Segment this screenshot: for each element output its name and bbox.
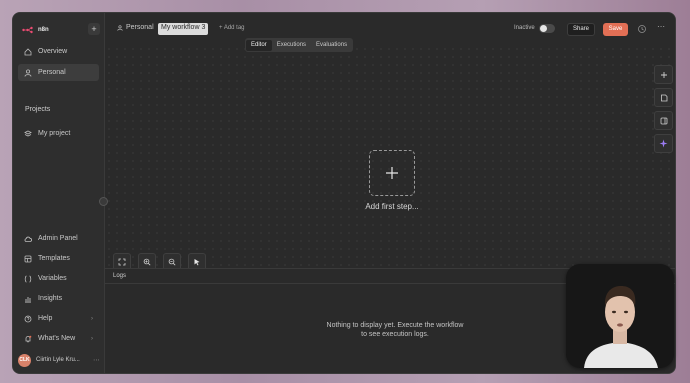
sidebar-item-admin-panel[interactable]: Admin Panel — [18, 230, 99, 247]
history-icon[interactable] — [637, 24, 647, 34]
sticky-note-button[interactable] — [654, 88, 673, 107]
user-menu[interactable]: CLK Ciirtin Lyle Kru... ⋯ — [18, 353, 100, 367]
cursor-icon — [194, 259, 200, 266]
webcam-overlay — [566, 264, 674, 368]
user-name: Ciirtin Lyle Kru... — [36, 357, 80, 363]
logo-text: n8n — [38, 27, 49, 33]
add-first-step-label: Add first step... — [365, 202, 419, 211]
sidebar-item-personal[interactable]: Personal — [18, 64, 99, 81]
sidebar-item-label: Templates — [38, 255, 70, 262]
user-icon — [117, 24, 123, 31]
avatar: CLK — [18, 353, 31, 367]
sidebar-collapse-handle[interactable] — [99, 197, 108, 206]
tab-editor[interactable]: Editor — [246, 39, 272, 51]
sidebar: n8n + Overview Personal Projects My proj… — [13, 13, 105, 373]
tab-evaluations[interactable]: Evaluations — [311, 40, 352, 51]
help-icon — [23, 314, 32, 323]
template-icon — [23, 254, 32, 263]
sidebar-item-insights[interactable]: Insights — [18, 290, 99, 307]
top-bar: Personal My workflow 3 + Add tag Inactiv… — [105, 13, 675, 45]
sticky-note-icon — [660, 94, 667, 101]
toggle-panel-button[interactable] — [654, 111, 673, 130]
sidebar-item-templates[interactable]: Templates — [18, 250, 99, 267]
sidebar-item-variables[interactable]: Variables — [18, 270, 99, 287]
sidebar-item-label: Overview — [38, 48, 68, 55]
layers-icon — [23, 129, 32, 138]
more-options-icon[interactable]: ⋯ — [657, 22, 665, 31]
chart-icon — [23, 294, 32, 303]
presenter-video-image — [566, 264, 674, 368]
n8n-logo-icon — [22, 26, 33, 34]
sidebar-item-label: Personal — [38, 69, 66, 76]
projects-heading: Projects — [25, 106, 51, 113]
sidebar-item-label: What's New — [38, 335, 76, 342]
logs-empty-message: Nothing to display yet. Execute the work… — [326, 322, 464, 338]
add-tag-button[interactable]: + Add tag — [219, 25, 245, 31]
sidebar-item-my-project[interactable]: My project — [18, 125, 99, 142]
panel-icon — [660, 117, 667, 124]
home-icon — [23, 47, 32, 56]
plus-icon — [660, 71, 667, 78]
chevron-right-icon: › — [91, 315, 93, 322]
ai-assistant-button[interactable] — [654, 134, 673, 153]
cloud-icon — [23, 234, 32, 243]
sidebar-item-help[interactable]: Help › — [18, 310, 99, 327]
zoom-in-icon — [143, 258, 151, 266]
sidebar-item-label: My project — [38, 130, 71, 137]
add-node-button[interactable] — [654, 65, 673, 84]
chevron-right-icon: › — [91, 335, 93, 342]
view-tabs: Editor Executions Evaluations — [245, 38, 354, 52]
variables-icon — [23, 274, 32, 283]
workflow-status-label: Inactive — [514, 25, 535, 31]
more-icon[interactable]: ⋯ — [93, 356, 100, 364]
sidebar-item-label: Insights — [38, 295, 63, 302]
sidebar-item-label: Admin Panel — [38, 235, 78, 242]
add-first-step-button[interactable] — [369, 150, 415, 196]
sidebar-item-overview[interactable]: Overview — [18, 43, 99, 60]
user-icon — [23, 68, 32, 77]
logs-title: Logs — [113, 273, 127, 279]
logo-row: n8n + — [22, 23, 100, 37]
zoom-out-icon — [168, 258, 176, 266]
active-toggle[interactable] — [539, 24, 555, 33]
sidebar-item-label: Help — [38, 315, 53, 322]
breadcrumb-project: Personal — [126, 24, 154, 31]
workflow-canvas[interactable]: Add first step... — [105, 45, 675, 271]
sidebar-item-label: Variables — [38, 275, 67, 282]
sparkle-icon — [659, 139, 668, 148]
breadcrumb[interactable]: Personal — [117, 24, 154, 31]
fit-view-icon — [118, 258, 126, 266]
tab-executions[interactable]: Executions — [272, 40, 311, 51]
create-button[interactable]: + — [88, 23, 100, 35]
bell-icon — [23, 334, 32, 343]
sidebar-item-whats-new[interactable]: What's New › — [18, 330, 99, 347]
save-button[interactable]: Save — [603, 23, 628, 36]
share-button[interactable]: Share — [567, 23, 595, 36]
workflow-name-input[interactable]: My workflow 3 — [158, 23, 209, 35]
plus-icon — [386, 167, 398, 179]
